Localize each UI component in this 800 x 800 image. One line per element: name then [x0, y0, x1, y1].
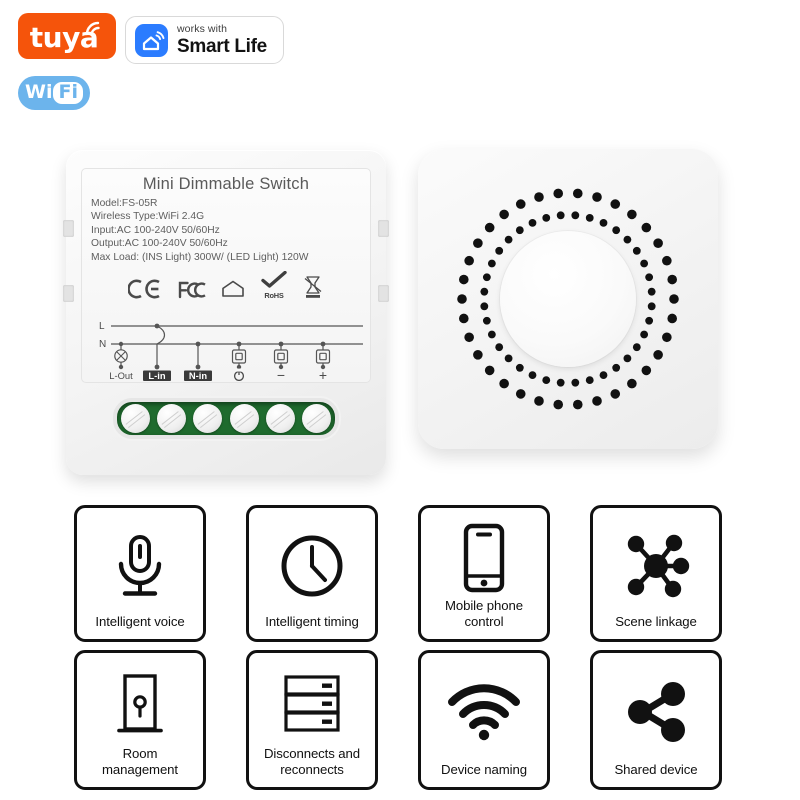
- feature-card-device-naming[interactable]: Device naming: [418, 650, 550, 790]
- spec-wireless: Wireless Type:WiFi 2.4G: [91, 211, 205, 223]
- spec-input: Input:AC 100-240V 50/60Hz: [91, 224, 220, 236]
- tuya-wifi-wave-icon: [85, 21, 100, 37]
- terminal-screw[interactable]: [193, 404, 223, 433]
- smart-life-label: Smart Life: [177, 35, 267, 57]
- feature-grid: Intelligent voice Intelligent timing Mob…: [74, 505, 734, 795]
- terminal-label-l-out: L-Out: [109, 370, 133, 381]
- door-icon: [111, 663, 169, 746]
- spec-model: Model:FS-05R: [91, 198, 158, 209]
- badge-row: tuya Wi Fi works with Smart Life: [0, 0, 800, 130]
- device-label-plate: Mini Dimmable Switch Model:FS-05R Wirele…: [81, 168, 371, 383]
- wiring-line-label-l: L: [99, 321, 105, 332]
- product-infographic: tuya Wi Fi works with Smart Life Mini Di…: [0, 0, 800, 800]
- wifi-badge-fi: Fi: [53, 82, 83, 104]
- clock-icon: [279, 518, 345, 614]
- ce-mark-icon: [128, 279, 160, 299]
- terminal-block: [113, 398, 339, 439]
- wifi-badge-wi: Wi: [25, 81, 53, 103]
- wifi-signal-icon: [447, 663, 521, 762]
- smart-life-text: works with Smart Life: [177, 24, 267, 56]
- rohs-label: RoHS: [264, 291, 284, 301]
- mounting-tab: [378, 285, 389, 302]
- spec-max-load: Max Load: (INS Light) 300W/ (LED Light) …: [91, 251, 309, 263]
- share-nodes-icon: [621, 663, 691, 762]
- feature-card-disconnects-reconnects[interactable]: Disconnects and reconnects: [246, 650, 378, 790]
- terminal-screw[interactable]: [121, 404, 150, 433]
- mini-dimmable-switch-device: Mini Dimmable Switch Model:FS-05R Wirele…: [63, 150, 389, 475]
- wifi-badge-text: Wi Fi: [25, 82, 83, 104]
- terminal-label-n-in: N-in: [189, 370, 207, 381]
- feature-card-mobile-phone-control[interactable]: Mobile phone control: [418, 505, 550, 642]
- device-title: Mini Dimmable Switch: [142, 175, 310, 193]
- smartphone-icon: [460, 518, 508, 598]
- feature-label: Mobile phone control: [445, 598, 523, 629]
- feature-label: Intelligent voice: [95, 613, 185, 629]
- tuya-logo: tuya: [18, 13, 116, 59]
- terminal-label-power: [233, 368, 245, 381]
- home-wifi-app-icon: [135, 23, 168, 57]
- terminal-screw[interactable]: [265, 404, 295, 433]
- wifi-badge: Wi Fi: [18, 76, 90, 110]
- terminal-label-l-in: L-in: [148, 370, 165, 381]
- certification-row: RoHS: [91, 269, 361, 299]
- mounting-tab: [63, 220, 74, 237]
- microphone-icon: [110, 518, 170, 614]
- dotted-panel-device: [418, 149, 718, 449]
- feature-label: Room management: [102, 746, 178, 777]
- feature-card-scene-linkage[interactable]: Scene linkage: [590, 505, 722, 642]
- wiring-diagram: L N L-Out L-in N-in − +: [99, 321, 363, 381]
- feature-label: Disconnects and reconnects: [264, 746, 360, 777]
- terminal-label-plus: +: [319, 367, 327, 381]
- fcc-mark-icon: [178, 281, 206, 299]
- spec-output: Output:AC 100-240V 50/60Hz: [91, 238, 228, 250]
- mounting-tab: [378, 220, 389, 237]
- feature-label: Intelligent timing: [265, 613, 359, 629]
- center-button[interactable]: [500, 231, 636, 367]
- feature-label: Scene linkage: [615, 613, 697, 629]
- feature-label: Shared device: [614, 761, 698, 777]
- works-with-label: works with: [177, 23, 228, 36]
- feature-card-intelligent-timing[interactable]: Intelligent timing: [246, 505, 378, 642]
- server-stack-icon: [279, 663, 345, 746]
- feature-card-room-management[interactable]: Room management: [74, 650, 206, 790]
- feature-card-shared-device[interactable]: Shared device: [590, 650, 722, 790]
- feature-label: Device naming: [441, 761, 527, 777]
- rohs-mark-icon: RoHS: [259, 270, 289, 301]
- terminal-screw[interactable]: [157, 404, 187, 433]
- terminal-screw[interactable]: [301, 404, 331, 433]
- mounting-tab: [63, 285, 74, 302]
- terminal-screw[interactable]: [229, 404, 259, 433]
- network-hub-icon: [621, 518, 691, 614]
- house-mark-icon: [222, 280, 244, 297]
- works-with-smart-life-badge: works with Smart Life: [125, 16, 284, 64]
- weee-crossed-bin-icon: [304, 276, 322, 298]
- terminal-label-minus: −: [277, 367, 285, 381]
- feature-card-intelligent-voice[interactable]: Intelligent voice: [74, 505, 206, 642]
- wiring-line-label-n: N: [99, 339, 106, 350]
